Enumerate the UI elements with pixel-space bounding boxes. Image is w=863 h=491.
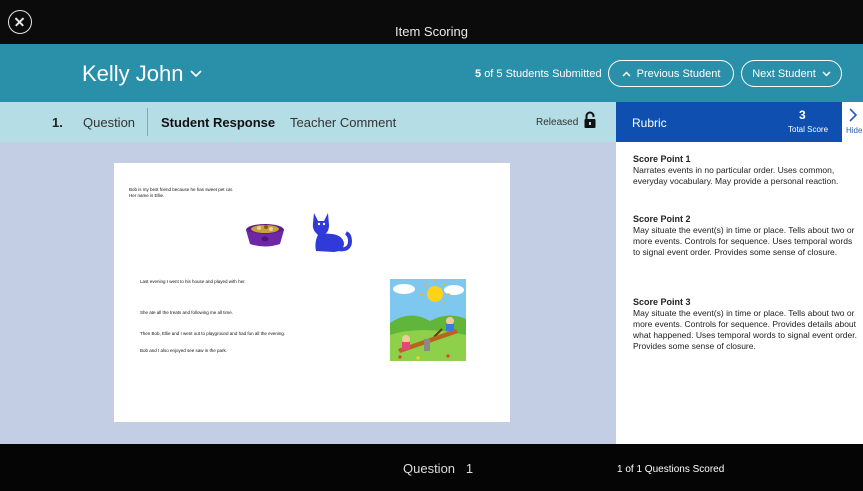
next-student-button[interactable]: Next Student — [741, 60, 842, 87]
tab-student-response[interactable]: Student Response — [161, 115, 275, 130]
tab-divider — [147, 108, 148, 136]
chevron-down-icon — [822, 70, 831, 77]
score-point-1: Score Point 1 Narrates events in no part… — [633, 154, 858, 187]
score-point-description: May situate the event(s) in time or plac… — [633, 225, 855, 257]
response-line: Bob and I also enjoyed see saw in the pa… — [140, 348, 228, 353]
tab-teacher-comment[interactable]: Teacher Comment — [290, 115, 396, 130]
response-line: Then Bob, Ellie and I went out to playgr… — [140, 331, 286, 336]
response-line: She ate all the treats and following me … — [140, 310, 234, 315]
previous-student-button[interactable]: Previous Student — [608, 60, 734, 87]
question-label: Question — [403, 461, 456, 476]
hide-label: Hide — [846, 126, 863, 135]
score-point-title: Score Point 2 — [633, 214, 691, 224]
playground-image — [390, 279, 466, 361]
tab-bar: 1. Question Student Response Teacher Com… — [0, 102, 616, 142]
score-point-description: May situate the event(s) in time or plac… — [633, 308, 857, 351]
title-bar: Item Scoring — [0, 0, 863, 44]
submitted-text: of 5 Students Submitted — [484, 68, 602, 80]
rubric-title: Rubric — [632, 116, 667, 130]
total-score-label: Total Score — [788, 125, 829, 134]
student-response-area: Bob is my best friend because he has swe… — [0, 142, 616, 444]
total-score-value: 3 — [799, 108, 806, 122]
hide-rubric-button[interactable]: Hide — [842, 102, 863, 142]
score-point-title: Score Point 3 — [633, 297, 691, 307]
item-number: 1. — [52, 115, 63, 130]
submitted-status: 5 of 5 Students Submitted — [475, 68, 602, 80]
released-label: Released — [536, 117, 579, 128]
rubric-panel: Score Point 1 Narrates events in no part… — [616, 142, 863, 444]
response-line: Last evening I went to his house and pla… — [140, 279, 246, 284]
window-title: Item Scoring — [395, 24, 468, 39]
question-number: 1 — [465, 461, 474, 476]
student-bar: Kelly John 5 of 5 Students Submitted Pre… — [0, 44, 863, 102]
student-response-document: Bob is my best friend because he has swe… — [114, 163, 510, 422]
tab-question[interactable]: Question — [83, 115, 135, 130]
previous-student-label: Previous Student — [636, 67, 721, 80]
response-line: Her name is Ellie. — [129, 193, 165, 198]
footer-bar: Question 1 1 of 1 Questions Scored — [0, 444, 863, 491]
student-name[interactable]: Kelly John — [82, 61, 184, 87]
score-point-title: Score Point 1 — [633, 154, 691, 164]
questions-scored-status: 1 of 1 Questions Scored — [617, 464, 725, 475]
rubric-header: Rubric 3 Total Score — [616, 102, 842, 142]
food-bowl-image — [246, 224, 284, 247]
lock-icon[interactable] — [583, 111, 597, 129]
score-point-description: Narrates events in no particular order. … — [633, 165, 839, 186]
score-point-3: Score Point 3 May situate the event(s) i… — [633, 297, 858, 352]
chevron-right-icon — [849, 108, 858, 122]
score-point-2: Score Point 2 May situate the event(s) i… — [633, 214, 858, 258]
chevron-down-icon[interactable] — [188, 66, 204, 82]
question-indicator[interactable]: Question 1 — [403, 461, 473, 476]
chevron-up-icon — [622, 70, 631, 77]
cat-image — [312, 213, 353, 252]
submitted-count: 5 — [475, 68, 482, 80]
next-student-label: Next Student — [752, 67, 816, 80]
